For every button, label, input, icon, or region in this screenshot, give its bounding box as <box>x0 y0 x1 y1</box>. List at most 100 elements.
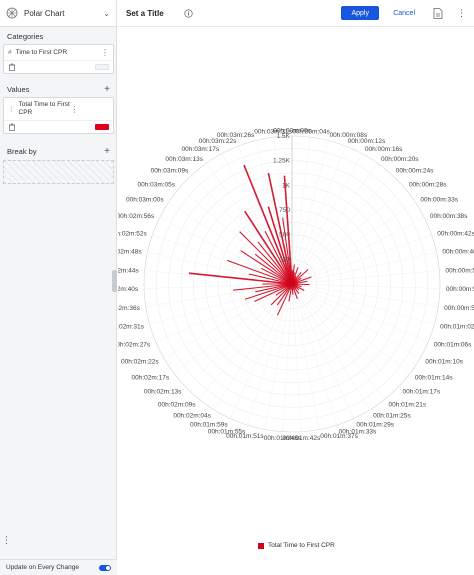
add-value-icon[interactable]: + <box>104 84 110 95</box>
angular-tick-label: 00h:02m:44s <box>118 267 139 274</box>
more-options-icon[interactable]: ⋮ <box>101 48 109 57</box>
panel-resize-handle[interactable] <box>112 270 117 292</box>
more-options-icon[interactable]: ⋮ <box>457 8 466 19</box>
angular-tick-label: 00h:00m:38s <box>430 213 468 220</box>
angular-tick-label: 00h:03m:17s <box>182 146 220 153</box>
polar-chart: 2505007501K1.25K1.5K00h:00m:00s00h:00m:0… <box>118 128 474 443</box>
chart-legend[interactable]: Total Time to First CPR <box>258 542 335 549</box>
add-breakby-icon[interactable]: + <box>104 146 110 157</box>
radial-tick-label: 750 <box>279 207 290 214</box>
grid-spoke <box>291 283 399 388</box>
hash-icon: # <box>8 49 12 56</box>
radial-tick-label: 250 <box>279 256 290 263</box>
angular-tick-label: 00h:00m:04s <box>292 129 330 136</box>
angular-tick-label: 00h:01m:37s <box>320 433 358 440</box>
radial-tick-label: 1.25K <box>273 158 291 165</box>
angular-tick-label: 00h:01m:02s <box>440 324 474 331</box>
more-options-icon[interactable]: ⋮ <box>2 535 11 546</box>
grid-spoke <box>291 283 411 374</box>
drag-icon[interactable]: ⋮ <box>8 105 15 113</box>
angular-tick-label: 00h:00m:33s <box>420 196 458 203</box>
angular-tick-label: 00h:02m:13s <box>144 389 182 396</box>
categories-heading: Categories <box>7 31 44 41</box>
value-field-label: Total Time to First CPR <box>18 101 70 116</box>
grid-spoke <box>291 187 405 285</box>
chart-title[interactable]: Set a Title <box>126 9 164 18</box>
angular-tick-label: 00h:03m:00s <box>126 196 164 203</box>
chart-area: Set a Title Apply Cancel ⋮ 250 500 750 1K 1.… <box>118 0 474 575</box>
angular-tick-label: 00h:02m:17s <box>132 374 170 381</box>
values-heading: Values + <box>7 83 110 95</box>
radial-tick-label: 1K <box>282 182 291 189</box>
angular-tick-label: 00h:00m:50s <box>445 267 474 274</box>
angular-tick-label: 00h:00m:42s <box>437 230 474 237</box>
angular-tick-label: 00h:02m:31s <box>118 324 145 331</box>
config-panel: Polar Chart ⌄ Categories # Time to First… <box>0 0 117 575</box>
grid-spoke <box>173 283 293 374</box>
radial-tick-label: 500 <box>279 232 290 239</box>
grid-spoke <box>291 234 432 285</box>
angular-tick-label: 00h:03m:13s <box>165 156 203 163</box>
angular-tick-label: 00h:00m:58s <box>444 305 474 312</box>
chart-type-label: Polar Chart <box>24 8 65 18</box>
angular-tick-label: 00h:01m:14s <box>415 374 453 381</box>
grid-spoke <box>291 202 416 285</box>
category-field-card[interactable]: # Time to First CPR ⋮ <box>3 44 114 74</box>
breakby-section: Break by + <box>0 145 117 187</box>
angular-tick-label: 00h:00m:28s <box>409 181 447 188</box>
grid-spoke <box>291 252 437 285</box>
angular-tick-label: 00h:02m:52s <box>118 230 147 237</box>
grid-spoke <box>291 283 421 359</box>
grid-spoke <box>291 217 425 285</box>
angular-tick-label: 00h:02m:40s <box>118 286 139 293</box>
angular-tick-label: 00h:02m:04s <box>173 412 211 419</box>
angular-tick-label: 00h:03m:09s <box>151 168 189 175</box>
angular-tick-label: 00h:01m:17s <box>403 389 441 396</box>
angular-tick-label: 00h:03m:26s <box>217 132 255 139</box>
trash-icon[interactable] <box>8 123 16 131</box>
chart-type-selector[interactable]: Polar Chart ⌄ <box>0 0 116 27</box>
angular-tick-label: 00h:01m:55s <box>208 428 246 435</box>
angular-tick-label: 00h:00m:24s <box>396 168 434 175</box>
trash-icon[interactable] <box>8 63 16 71</box>
angular-tick-label: 00h:00m:16s <box>365 146 403 153</box>
angular-tick-label: 00h:00m:12s <box>348 138 386 145</box>
angular-tick-label: 00h:02m:09s <box>158 401 196 408</box>
info-icon[interactable] <box>184 8 193 18</box>
angular-tick-label: 00h:01m:06s <box>434 342 472 349</box>
angular-tick-label: 00h:02m:36s <box>118 305 141 312</box>
value-field-card[interactable]: ⋮ Total Time to First CPR ⋮ <box>3 97 114 134</box>
legend-label: Total Time to First CPR <box>268 542 335 549</box>
grid-spoke <box>163 283 293 359</box>
update-toggle[interactable] <box>99 564 111 571</box>
app-root: Polar Chart ⌄ Categories # Time to First… <box>0 0 474 575</box>
chevron-down-icon[interactable]: ⌄ <box>103 9 110 18</box>
center-cluster <box>286 278 298 290</box>
category-sort-box[interactable] <box>95 64 109 70</box>
more-options-icon[interactable]: ⋮ <box>71 105 79 114</box>
angular-tick-label: 00h:01m:21s <box>389 401 427 408</box>
series-color-swatch[interactable] <box>95 124 109 130</box>
angular-tick-label: 00h:01m:10s <box>425 359 463 366</box>
angular-tick-label: 00h:01m:46s <box>264 435 302 442</box>
angular-tick-label: 00h:01m:59s <box>190 421 228 428</box>
angular-tick-label: 00h:02m:22s <box>121 359 159 366</box>
document-icon[interactable] <box>433 7 443 19</box>
breakby-dropzone[interactable] <box>3 160 114 184</box>
angular-tick-label: 00h:02m:27s <box>118 342 151 349</box>
update-toggle-row: Update on Every Change <box>0 559 117 575</box>
angular-tick-label: 00h:03m:05s <box>137 181 175 188</box>
category-field-label: Time to First CPR <box>15 48 68 56</box>
cancel-button[interactable]: Cancel <box>393 10 415 17</box>
angular-tick-label: 00h:02m:48s <box>118 249 142 256</box>
chart-toolbar: Set a Title Apply Cancel ⋮ <box>118 0 474 27</box>
grid-spoke <box>155 283 293 342</box>
categories-section: Categories # Time to First CPR ⋮ <box>0 30 117 76</box>
grid-spoke <box>291 283 429 342</box>
apply-button[interactable]: Apply <box>341 6 380 20</box>
values-section: Values + ⋮ Total Time to First CPR ⋮ <box>0 83 117 136</box>
angular-tick-label: 00h:00m:20s <box>381 156 419 163</box>
angular-tick-label: 00h:03m:31s <box>254 129 292 136</box>
angular-tick-label: 00h:01m:25s <box>373 412 411 419</box>
angular-tick-label: 00h:00m:54s <box>446 286 474 293</box>
